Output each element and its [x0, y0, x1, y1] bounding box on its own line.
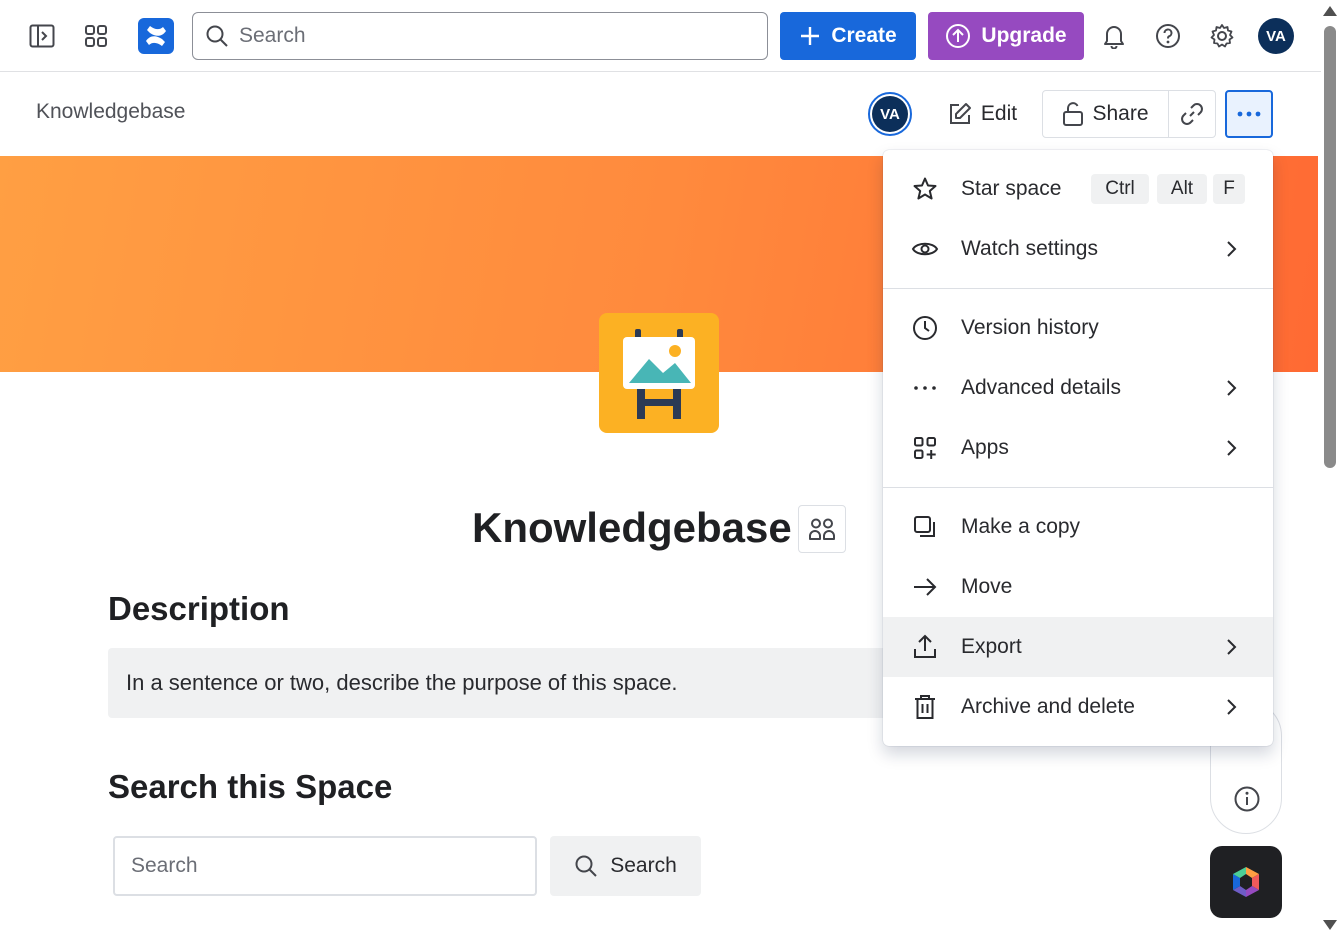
- menu-divider: [883, 487, 1273, 488]
- scrollbar-thumb[interactable]: [1324, 26, 1336, 468]
- breadcrumb-space[interactable]: Knowledgebase: [36, 100, 185, 124]
- space-search-button[interactable]: Search: [550, 836, 701, 896]
- shortcut-key-f: F: [1213, 174, 1245, 204]
- unlock-icon: [1063, 102, 1084, 126]
- scroll-down-arrow[interactable]: [1323, 920, 1337, 930]
- menu-divider: [883, 288, 1273, 289]
- chevron-right-icon: [1221, 239, 1241, 259]
- copy-icon: [911, 513, 939, 541]
- menu-item-apps[interactable]: Apps: [883, 418, 1273, 478]
- menu-item-version-history[interactable]: Version history: [883, 298, 1273, 358]
- edit-button-label: Edit: [980, 102, 1018, 125]
- global-search-field[interactable]: [192, 12, 768, 60]
- menu-item-version-label: Version history: [961, 316, 1099, 339]
- profile-avatar[interactable]: VA: [1258, 18, 1294, 54]
- menu-item-archive-delete[interactable]: Archive and delete: [883, 677, 1273, 737]
- arrow-right-icon: [911, 573, 939, 601]
- sidebar-toggle-icon: [29, 24, 55, 48]
- info-button[interactable]: [1233, 785, 1261, 818]
- chevron-right-icon: [1221, 438, 1241, 458]
- upgrade-button-label: Upgrade: [981, 24, 1067, 47]
- menu-item-move-label: Move: [961, 575, 1013, 598]
- settings-button[interactable]: [1202, 16, 1242, 56]
- menu-item-star-space[interactable]: Star space Ctrl Alt F: [883, 159, 1273, 219]
- help-icon: [1156, 24, 1180, 48]
- top-navigation: Create Upgrade VA: [0, 0, 1321, 72]
- global-search-input[interactable]: [239, 24, 739, 48]
- menu-item-archive-label: Archive and delete: [961, 695, 1135, 718]
- create-button-label: Create: [831, 24, 897, 47]
- apps-add-icon: [911, 434, 939, 462]
- chevron-right-icon: [1221, 697, 1241, 717]
- space-avatar: [599, 313, 719, 433]
- shortcut-key-alt: Alt: [1157, 174, 1207, 204]
- shortcut-key-ctrl: Ctrl: [1091, 174, 1149, 204]
- description-box: In a sentence or two, describe the purpo…: [108, 648, 908, 718]
- menu-item-export-label: Export: [961, 635, 1022, 658]
- menu-item-make-copy[interactable]: Make a copy: [883, 497, 1273, 557]
- space-search-field[interactable]: [113, 836, 537, 896]
- sidebar-toggle-button[interactable]: [22, 16, 62, 56]
- space-search-input[interactable]: [131, 854, 521, 878]
- share-button-label: Share: [1092, 102, 1149, 125]
- more-horizontal-icon: [911, 374, 939, 402]
- upgrade-arrow-icon: [946, 24, 971, 48]
- clock-icon: [911, 314, 939, 342]
- description-heading: Description: [108, 590, 290, 627]
- plus-icon: [801, 27, 820, 45]
- app-switcher-icon: [85, 25, 107, 47]
- link-icon: [1181, 103, 1203, 125]
- profile-avatar-initials: VA: [1266, 27, 1286, 45]
- description-text: In a sentence or two, describe the purpo…: [126, 670, 678, 695]
- confluence-logo-icon: [146, 26, 166, 46]
- export-upload-icon: [911, 633, 939, 661]
- edit-button[interactable]: Edit: [934, 90, 1030, 138]
- ai-assistant-icon: [1232, 866, 1260, 898]
- trash-icon: [911, 693, 939, 721]
- pencil-icon: [949, 103, 971, 124]
- menu-item-copy-label: Make a copy: [961, 515, 1081, 538]
- share-button[interactable]: Share: [1043, 91, 1169, 137]
- chevron-right-icon: [1221, 378, 1241, 398]
- chevron-right-icon: [1221, 637, 1241, 657]
- menu-item-export[interactable]: Export: [883, 617, 1273, 677]
- upgrade-button[interactable]: Upgrade: [928, 12, 1084, 60]
- menu-item-apps-label: Apps: [961, 436, 1009, 459]
- notifications-button[interactable]: [1094, 16, 1134, 56]
- menu-item-advanced-details[interactable]: Advanced details: [883, 358, 1273, 418]
- people-icon: [809, 518, 835, 540]
- more-icon: [1237, 111, 1261, 117]
- copy-link-button[interactable]: [1169, 91, 1215, 137]
- bell-icon: [1104, 26, 1124, 49]
- collaborator-avatar-initials: VA: [880, 105, 900, 123]
- ai-assistant-button[interactable]: [1210, 846, 1282, 918]
- menu-item-star-label: Star space: [961, 177, 1062, 200]
- confluence-logo[interactable]: [138, 18, 174, 54]
- menu-item-watch-settings[interactable]: Watch settings: [883, 219, 1273, 279]
- space-search-button-label: Search: [610, 854, 677, 877]
- space-title: Knowledgebase: [472, 504, 792, 551]
- search-icon: [575, 855, 597, 877]
- help-button[interactable]: [1148, 16, 1188, 56]
- menu-item-move[interactable]: Move: [883, 557, 1273, 617]
- more-actions-menu: Star space Ctrl Alt F Watch settings Ver…: [883, 150, 1273, 746]
- collaborator-avatar[interactable]: VA: [868, 92, 912, 136]
- star-icon: [911, 175, 939, 203]
- menu-item-advanced-label: Advanced details: [961, 376, 1121, 399]
- gear-icon: [1210, 24, 1234, 48]
- search-space-heading: Search this Space: [108, 768, 393, 805]
- create-button[interactable]: Create: [780, 12, 916, 60]
- more-actions-button[interactable]: [1225, 90, 1273, 138]
- share-button-group: Share: [1042, 90, 1216, 138]
- search-icon: [206, 25, 228, 47]
- app-switcher-button[interactable]: [76, 16, 116, 56]
- easel-picture-icon: [623, 329, 695, 419]
- scroll-up-arrow[interactable]: [1323, 6, 1337, 16]
- eye-icon: [911, 235, 939, 263]
- menu-item-watch-label: Watch settings: [961, 237, 1098, 260]
- space-members-button[interactable]: [798, 505, 846, 553]
- info-icon: [1234, 786, 1260, 812]
